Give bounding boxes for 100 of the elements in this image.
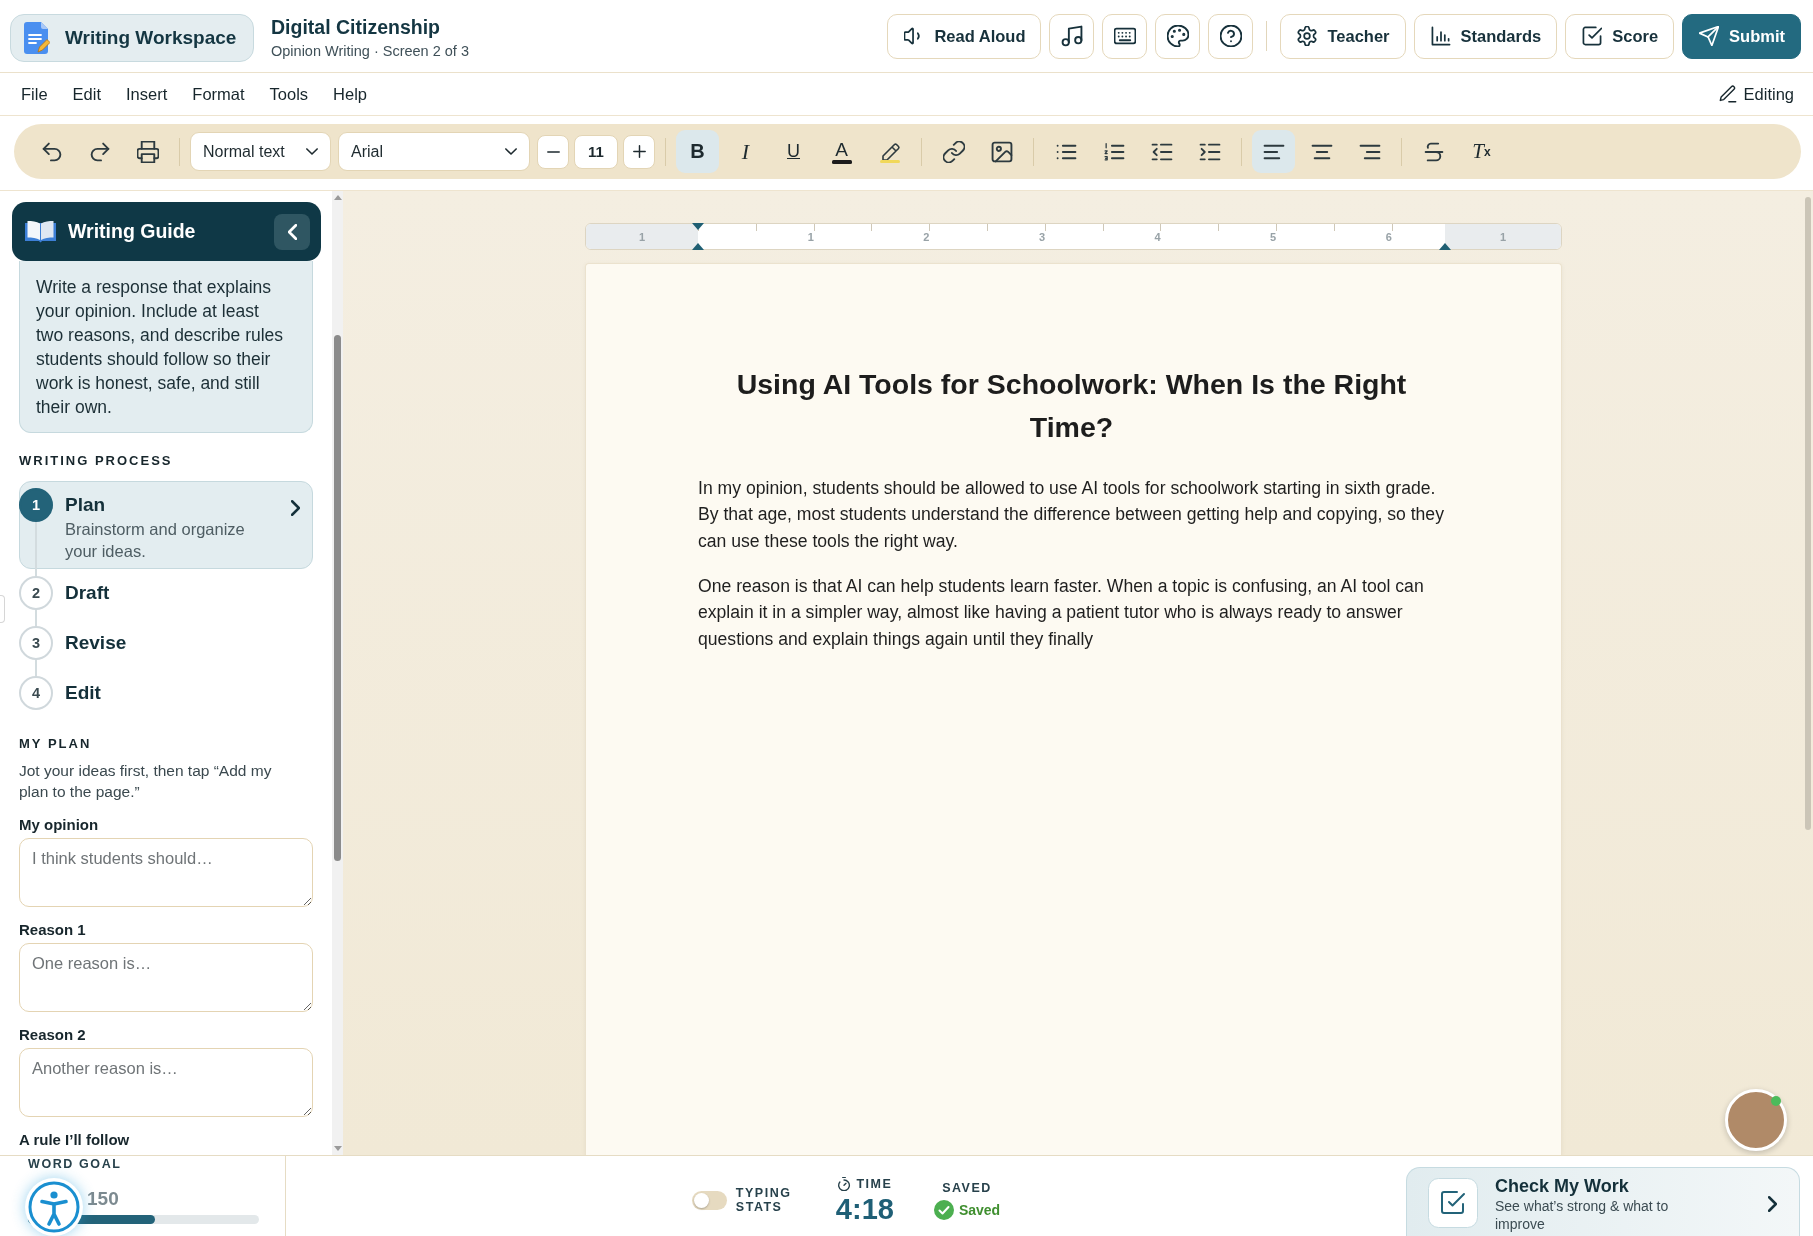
- image-icon: [990, 140, 1013, 163]
- pencil-icon: [1718, 85, 1737, 103]
- word-goal-target: 150: [87, 1188, 119, 1210]
- link-icon: [942, 140, 965, 163]
- time-label: TIME: [856, 1176, 893, 1191]
- chevron-down-icon: [505, 148, 517, 155]
- side-tab-handle[interactable]: [0, 595, 5, 623]
- standards-button[interactable]: Standards: [1413, 13, 1558, 59]
- keyboard-icon: [1113, 25, 1136, 47]
- step-description: Brainstorm and organize your ideas.: [65, 519, 246, 562]
- menu-item[interactable]: Insert: [118, 80, 176, 108]
- underline-button[interactable]: U: [772, 130, 815, 173]
- section-heading: WRITING PROCESS: [19, 453, 174, 469]
- accessibility-icon: [27, 1180, 81, 1234]
- paragraph-style-dropdown[interactable]: Normal text: [190, 132, 331, 171]
- scrollbar-thumb[interactable]: [1805, 197, 1811, 830]
- menu-item[interactable]: Edit: [64, 80, 110, 108]
- step-number: 4: [19, 676, 53, 710]
- app-name: Writing Workspace: [65, 26, 237, 49]
- field-label: Reason 2: [19, 1025, 86, 1045]
- check-my-work-button[interactable]: Check My Work See what’s strong & what to improve: [1406, 1167, 1800, 1236]
- bold-button[interactable]: B: [676, 130, 719, 173]
- menu-item[interactable]: Tools: [261, 80, 317, 108]
- menu-item[interactable]: Help: [325, 80, 376, 108]
- send-icon: [1699, 26, 1720, 46]
- typing-stats-toggle[interactable]: [691, 1190, 727, 1210]
- process-step[interactable]: 3 Revise: [19, 619, 313, 669]
- writing-guide-title: Writing Guide: [68, 220, 197, 243]
- document-pencil-icon: [24, 21, 50, 54]
- step-title: Plan: [65, 493, 106, 517]
- menu-item[interactable]: File: [13, 80, 56, 108]
- scrollbar-thumb[interactable]: [334, 335, 341, 861]
- music-button[interactable]: [1049, 13, 1095, 59]
- timer-icon: [837, 1176, 852, 1191]
- field-label: A rule I’ll follow: [19, 1130, 130, 1150]
- submit-button[interactable]: Submit: [1682, 13, 1801, 59]
- plus-icon: [632, 145, 646, 158]
- menu-item[interactable]: Format: [184, 80, 253, 108]
- save-status: Saved: [958, 1201, 1001, 1218]
- mascot-photo-placeholder[interactable]: [1725, 1089, 1787, 1151]
- music-note-icon: [1060, 25, 1083, 47]
- text-color-button[interactable]: A: [820, 130, 863, 173]
- read-aloud-button[interactable]: Read Aloud: [887, 13, 1042, 59]
- document-page[interactable]: [585, 263, 1562, 1155]
- teacher-button[interactable]: Teacher: [1280, 13, 1406, 59]
- scrollbar-track[interactable]: [332, 191, 343, 1155]
- plan-text-field[interactable]: One reason is…: [19, 943, 313, 1012]
- left-indent-marker-icon[interactable]: [692, 243, 704, 250]
- keyboard-button[interactable]: [1102, 13, 1148, 59]
- word-goal-label: WORD GOAL: [28, 1156, 122, 1172]
- process-step[interactable]: 2 Draft: [19, 569, 313, 619]
- collapse-sidebar-button[interactable]: [274, 213, 310, 250]
- bar-chart-icon: [1430, 26, 1451, 46]
- field-label: My opinion: [19, 815, 99, 835]
- chevron-right-icon: [1768, 1196, 1777, 1212]
- step-number: 2: [19, 576, 53, 610]
- accessibility-button[interactable]: [25, 1178, 83, 1236]
- checkbox-icon: [1582, 26, 1603, 46]
- assignment-title: Digital Citizenship: [271, 16, 440, 39]
- assignment-subtitle: Opinion Writing · Screen 2 of 3: [271, 42, 469, 60]
- writing-prompt: Write a response that explains your opinion. Include at least two reasons, and describe rules students should follow so their work is honest, safe, and still their own.: [19, 261, 313, 433]
- increase-size-button[interactable]: [623, 134, 655, 169]
- align-left-button[interactable]: [1252, 130, 1295, 173]
- check-circle-icon: [933, 1199, 954, 1220]
- highlighter-icon: [878, 140, 901, 163]
- italic-button[interactable]: I: [724, 130, 767, 173]
- palette-icon: [1166, 25, 1189, 47]
- plan-text-field[interactable]: Another reason is…: [19, 1048, 313, 1117]
- palette-button[interactable]: [1155, 13, 1201, 59]
- decrease-size-button[interactable]: [537, 134, 569, 169]
- ruler-number: 6: [1385, 230, 1392, 243]
- step-title: Edit: [65, 681, 101, 705]
- document-title: Using AI Tools for Schoolwork: When Is the Right Time?: [735, 367, 1408, 445]
- step-title: Revise: [65, 631, 127, 655]
- open-book-icon: [25, 220, 56, 243]
- score-button[interactable]: Score: [1565, 13, 1675, 59]
- process-step[interactable]: 4 Edit: [19, 669, 313, 719]
- font-size-field[interactable]: 11: [574, 134, 618, 169]
- step-number: 1: [19, 488, 53, 522]
- help-icon: [1219, 25, 1242, 47]
- first-line-indent-marker-icon[interactable]: [692, 223, 704, 230]
- elapsed-time: 4:18: [835, 1193, 894, 1224]
- color-bar-icon: [831, 159, 852, 164]
- document-paragraph: One reason is that AI can help students learn faster. When a topic is confusing, an AI tool can explain it in a simpler way, almost like having a patient tutor who is always ready to answer questions and explain things again until they finally: [698, 574, 1425, 651]
- plan-text-field[interactable]: I think students should…: [19, 838, 313, 907]
- editing-mode-button[interactable]: Editing: [1710, 80, 1802, 108]
- right-indent-marker-icon[interactable]: [1439, 243, 1451, 250]
- document-paragraph: In my opinion, students should be allowed to use AI tools for schoolwork starting in sixth grade. By that age, most students understand the difference between getting help and copying, so they can use these tools the right way.: [698, 477, 1445, 553]
- save-label: SAVED: [942, 1180, 992, 1195]
- ruler-number: 1: [638, 230, 646, 243]
- redo-icon: [88, 140, 111, 163]
- step-title: Draft: [65, 581, 110, 605]
- ruler-number: 3: [1038, 230, 1046, 243]
- help-button[interactable]: [1208, 13, 1254, 59]
- printer-icon: [136, 140, 159, 163]
- process-step[interactable]: 1 Plan Brainstorm and organize your ideas.: [19, 481, 313, 569]
- ruler-number: 4: [1154, 230, 1161, 243]
- font-dropdown[interactable]: Arial: [338, 132, 530, 171]
- chevron-right-icon: [291, 500, 300, 516]
- ruler-number: 1: [1499, 230, 1507, 243]
